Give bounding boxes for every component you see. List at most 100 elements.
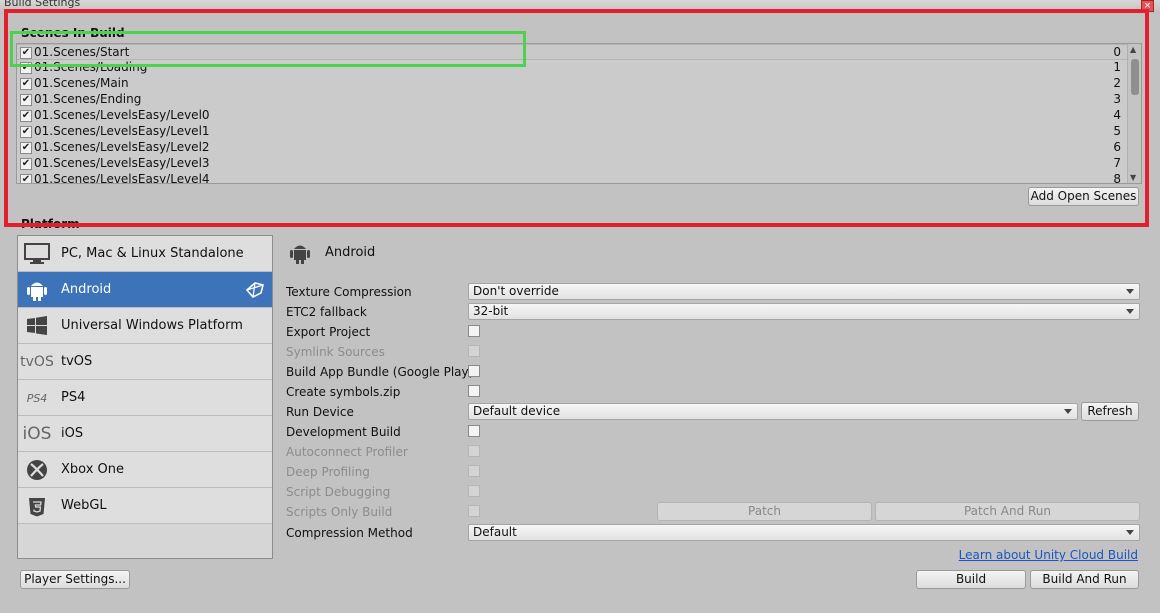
etc2-fallback-dropdown[interactable]: 32-bit xyxy=(468,303,1140,320)
scene-index: 7 xyxy=(1113,156,1121,170)
unity-logo-icon xyxy=(245,281,264,302)
platform-item-ios[interactable]: iOS iOS xyxy=(18,416,272,452)
scene-row[interactable]: ✔ 01.Scenes/Loading 1 xyxy=(17,60,1127,76)
create-symbols-row: Create symbols.zip xyxy=(286,383,1141,401)
scripts-only-build-row: Scripts Only Build Patch Patch And Run xyxy=(286,502,1141,521)
compression-method-dropdown[interactable]: Default xyxy=(468,524,1140,541)
scene-row[interactable]: ✔ 01.Scenes/LevelsEasy/Level0 4 xyxy=(17,108,1127,124)
setting-label: Build App Bundle (Google Play) xyxy=(286,365,474,379)
scene-index: 6 xyxy=(1113,140,1121,154)
scene-checkbox[interactable]: ✔ xyxy=(20,174,32,183)
setting-label: Export Project xyxy=(286,325,371,339)
dropdown-value: 32-bit xyxy=(473,304,509,318)
scene-row[interactable]: ✔ 01.Scenes/Main 2 xyxy=(17,76,1127,92)
setting-label: Script Debugging xyxy=(286,485,391,499)
scene-checkbox[interactable]: ✔ xyxy=(20,62,32,74)
platform-item-standalone[interactable]: PC, Mac & Linux Standalone xyxy=(18,236,272,272)
platform-list: PC, Mac & Linux Standalone Android Unive… xyxy=(17,235,273,559)
scene-index: 1 xyxy=(1113,60,1121,74)
texture-compression-row: Texture Compression Don't override xyxy=(286,283,1141,301)
android-icon xyxy=(289,240,311,269)
scroll-up-icon[interactable]: ▲ xyxy=(1130,45,1136,54)
add-open-scenes-button[interactable]: Add Open Scenes xyxy=(1028,187,1139,206)
setting-label: Development Build xyxy=(286,425,401,439)
window-title: Build Settings xyxy=(4,0,81,9)
setting-label: Deep Profiling xyxy=(286,465,370,479)
chevron-down-icon xyxy=(1126,530,1134,535)
platform-item-android[interactable]: Android xyxy=(18,272,272,308)
scene-row[interactable]: ✔ 01.Scenes/LevelsEasy/Level2 6 xyxy=(17,140,1127,156)
scenes-header: Scenes In Build xyxy=(21,26,125,40)
build-app-bundle-checkbox[interactable] xyxy=(468,365,480,377)
autoconnect-profiler-row: Autoconnect Profiler xyxy=(286,443,1141,461)
scene-row[interactable]: ✔ 01.Scenes/LevelsEasy/Level4 8 xyxy=(17,172,1127,184)
scene-checkbox[interactable]: ✔ xyxy=(20,142,32,154)
scene-index: 0 xyxy=(1113,45,1121,59)
scene-checkbox[interactable]: ✔ xyxy=(20,78,32,90)
setting-label: Create symbols.zip xyxy=(286,385,401,399)
texture-compression-dropdown[interactable]: Don't override xyxy=(468,283,1140,300)
tvos-icon: tvOS xyxy=(20,354,54,370)
scene-row[interactable]: ✔ 01.Scenes/Start 0 xyxy=(17,44,1127,60)
build-button[interactable]: Build xyxy=(916,570,1026,589)
scene-name: 01.Scenes/Ending xyxy=(34,92,142,106)
export-project-checkbox[interactable] xyxy=(468,325,480,337)
development-build-row: Development Build xyxy=(286,423,1141,441)
platform-item-ps4[interactable]: PS4 PS4 xyxy=(18,380,272,416)
platform-label: PC, Mac & Linux Standalone xyxy=(61,246,244,261)
platform-label: tvOS xyxy=(61,354,93,369)
scene-row[interactable]: ✔ 01.Scenes/LevelsEasy/Level3 7 xyxy=(17,156,1127,172)
scene-checkbox[interactable]: ✔ xyxy=(20,158,32,170)
patch-and-run-button: Patch And Run xyxy=(875,502,1140,521)
run-device-dropdown[interactable]: Default device xyxy=(468,403,1078,420)
scene-name: 01.Scenes/LevelsEasy/Level3 xyxy=(34,156,210,170)
dropdown-value: Default device xyxy=(473,404,561,418)
setting-label: Scripts Only Build xyxy=(286,505,393,519)
autoconnect-profiler-checkbox xyxy=(468,445,480,457)
symlink-sources-row: Symlink Sources xyxy=(286,343,1141,361)
platform-label: WebGL xyxy=(61,498,107,513)
refresh-button[interactable]: Refresh xyxy=(1081,402,1139,421)
scenes-list[interactable]: ✔ 01.Scenes/Start 0 ✔ 01.Scenes/Loading … xyxy=(16,43,1142,184)
script-debugging-row: Script Debugging xyxy=(286,483,1141,501)
scene-checkbox[interactable]: ✔ xyxy=(20,94,32,106)
close-icon[interactable]: × xyxy=(1141,0,1154,12)
scenes-scrollbar[interactable]: ▲ ▼ xyxy=(1127,44,1141,183)
scene-name: 01.Scenes/Loading xyxy=(34,60,148,74)
scene-checkbox[interactable]: ✔ xyxy=(20,47,32,59)
scene-name: 01.Scenes/LevelsEasy/Level0 xyxy=(34,108,210,122)
scene-row[interactable]: ✔ 01.Scenes/LevelsEasy/Level1 5 xyxy=(17,124,1127,140)
scroll-thumb[interactable] xyxy=(1131,59,1139,95)
html5-icon xyxy=(24,494,50,518)
scene-index: 8 xyxy=(1113,172,1121,184)
scene-name: 01.Scenes/Main xyxy=(34,76,129,90)
export-project-row: Export Project xyxy=(286,323,1141,341)
cloud-build-link[interactable]: Learn about Unity Cloud Build xyxy=(959,548,1138,562)
create-symbols-checkbox[interactable] xyxy=(468,385,480,397)
platform-item-tvos[interactable]: tvOS tvOS xyxy=(18,344,272,380)
build-and-run-button[interactable]: Build And Run xyxy=(1030,570,1139,589)
scene-row[interactable]: ✔ 01.Scenes/Ending 3 xyxy=(17,92,1127,108)
scene-name: 01.Scenes/LevelsEasy/Level4 xyxy=(34,172,210,184)
platform-label: iOS xyxy=(61,426,84,441)
platform-item-xbox[interactable]: Xbox One xyxy=(18,452,272,488)
chevron-down-icon xyxy=(1126,309,1134,314)
setting-label: ETC2 fallback xyxy=(286,305,367,319)
ps4-icon: PS4 xyxy=(26,391,48,405)
platform-item-webgl[interactable]: WebGL xyxy=(18,488,272,524)
dropdown-value: Don't override xyxy=(473,284,559,298)
player-settings-button[interactable]: Player Settings... xyxy=(20,570,130,589)
platform-item-uwp[interactable]: Universal Windows Platform xyxy=(18,308,272,344)
compression-method-row: Compression Method Default xyxy=(286,524,1141,542)
scene-name: 01.Scenes/Start xyxy=(34,45,130,59)
scroll-down-icon[interactable]: ▼ xyxy=(1130,173,1136,182)
build-settings-window: Build Settings × Scenes In Build ✔ 01.Sc… xyxy=(0,0,1160,613)
monitor-icon xyxy=(24,242,50,266)
scene-checkbox[interactable]: ✔ xyxy=(20,126,32,138)
platform-header: Platform xyxy=(21,217,80,231)
platform-label: Android xyxy=(61,282,112,297)
platform-label: Universal Windows Platform xyxy=(61,318,243,333)
scene-checkbox[interactable]: ✔ xyxy=(20,110,32,122)
setting-label: Texture Compression xyxy=(286,285,412,299)
development-build-checkbox[interactable] xyxy=(468,425,480,437)
